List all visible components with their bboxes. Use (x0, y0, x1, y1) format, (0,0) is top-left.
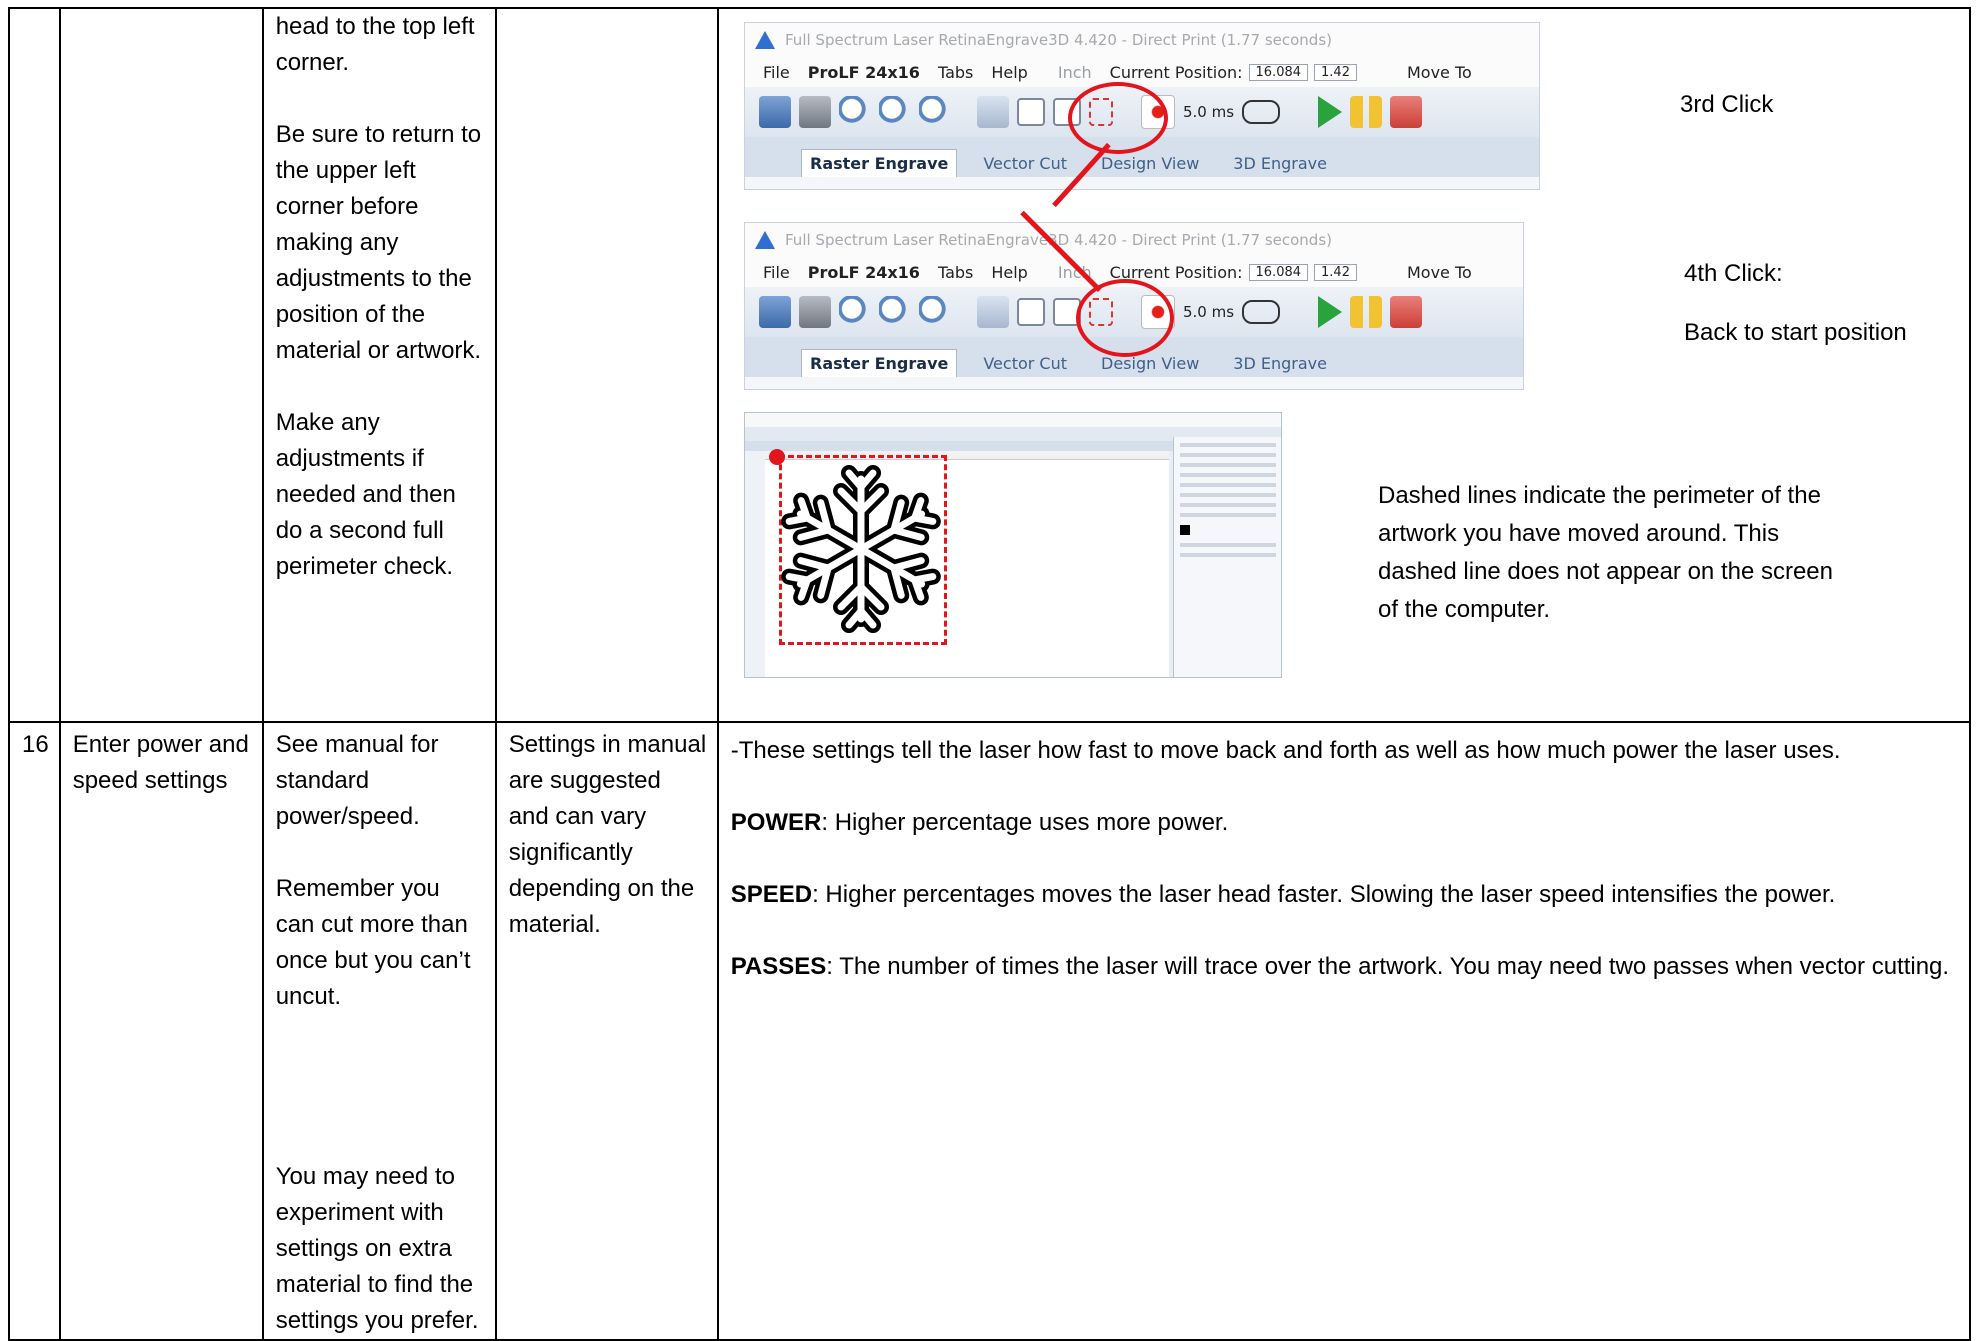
zoom-fit-icon (919, 96, 951, 128)
fourth-click-label: 4th Click: (1684, 260, 1783, 287)
folder-icon (759, 96, 791, 128)
step-number-cell (8, 7, 61, 723)
note-text: Remember you can cut more than once but … (275, 875, 471, 1010)
highlight-circle (1076, 279, 1174, 357)
settings-intro: -These settings tell the laser how fast … (730, 737, 1841, 764)
home-icon (977, 296, 1009, 328)
settings-description-cell: -These settings tell the laser how fast … (716, 721, 1971, 1341)
zoom-out-icon (879, 96, 911, 128)
back-to-start-label: Back to start position (1684, 319, 1907, 346)
snowflake-icon (781, 465, 941, 639)
dashed-line-note: Dashed lines indicate the perimeter of t… (1378, 482, 1834, 623)
note-text: Be sure to return to the upper left corn… (275, 121, 482, 364)
stop-icon (1390, 96, 1423, 128)
play-icon (1318, 296, 1343, 328)
zoom-fit-icon (919, 296, 951, 328)
app-logo-icon (755, 231, 775, 249)
step-cell: Enter power and speed settings (58, 721, 264, 1341)
note-text: You may need to experiment with settings… (275, 1163, 479, 1334)
caution-cell (494, 7, 719, 723)
step-number-cell: 16 (8, 721, 61, 1341)
toggle-icon (1242, 300, 1281, 324)
zoom-in-icon (839, 296, 871, 328)
folder-icon (759, 296, 791, 328)
play-icon (1318, 96, 1343, 128)
printer-icon (799, 296, 831, 328)
speed-description: SPEED: Higher percentages moves the lase… (730, 881, 1836, 908)
notes-cell: See manual for standard power/speed. Rem… (261, 721, 497, 1341)
printer-icon (799, 96, 831, 128)
notes-cell: head to the top left corner. Be sure to … (261, 7, 497, 723)
note-text: Make any adjustments if needed and then … (275, 409, 456, 580)
caution-cell: Settings in manual are suggested and can… (494, 721, 719, 1341)
zoom-in-icon (839, 96, 871, 128)
power-description: POWER: Higher percentage uses more power… (730, 809, 1229, 836)
home-icon (977, 96, 1009, 128)
frame-icon (1017, 298, 1045, 326)
third-click-label: 3rd Click (1680, 91, 1774, 118)
pause-icon (1350, 296, 1383, 328)
highlight-circle (1068, 82, 1168, 154)
artwork-preview-screenshot (744, 412, 1282, 678)
step-cell (58, 7, 264, 723)
passes-description: PASSES: The number of times the laser wi… (730, 953, 1950, 980)
app-logo-icon (755, 31, 775, 49)
zoom-out-icon (879, 296, 911, 328)
stop-icon (1390, 296, 1423, 328)
note-text: See manual for standard power/speed. (275, 731, 439, 830)
frame-icon (1017, 98, 1045, 126)
pause-icon (1350, 96, 1383, 128)
toggle-icon (1242, 100, 1281, 124)
table-row: 16 Enter power and speed settings See ma… (8, 721, 1971, 1341)
note-text: head to the top left corner. (275, 13, 475, 76)
